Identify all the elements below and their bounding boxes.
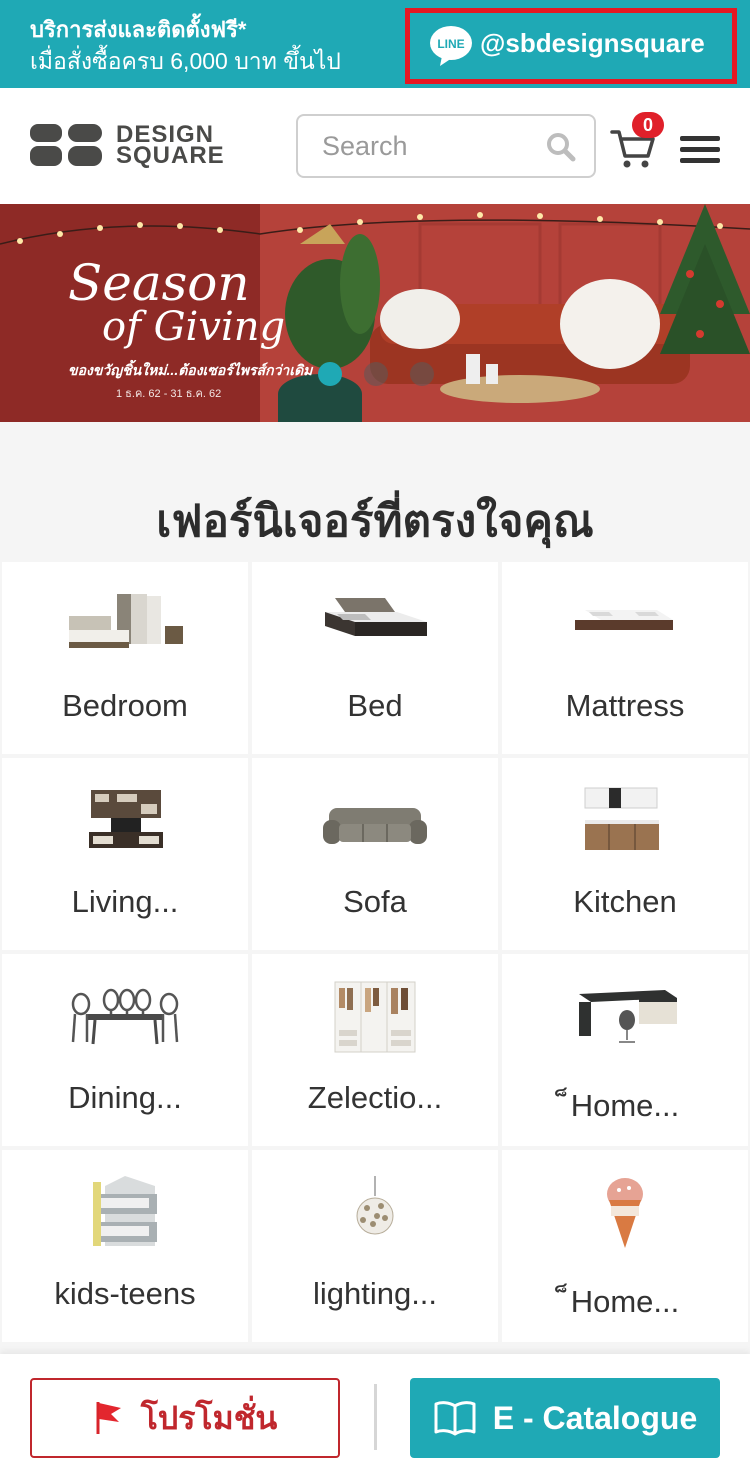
sofa-icon: [323, 808, 427, 844]
line-account-link[interactable]: LINE @sbdesignsquare: [405, 8, 737, 84]
category-label: kids-teens: [54, 1276, 196, 1311]
category-card-sofa[interactable]: Sofa: [252, 758, 498, 950]
category-label: Mattress: [565, 688, 685, 723]
promotion-button[interactable]: โปรโมชั่น: [30, 1378, 340, 1458]
category-label: Kitchen: [573, 884, 677, 919]
category-grid: Bedroom Bed Mattress Living... Sofa Kitc…: [2, 562, 748, 1342]
category-card-bedroom[interactable]: Bedroom: [2, 562, 248, 754]
pendant-light-icon: [356, 1176, 394, 1235]
brand-text: DESIGN SQUARE: [116, 123, 225, 169]
hero-banner[interactable]: Season of Giving ของขวัญชิ้นใหม่...ต้องเ…: [0, 204, 750, 422]
banner-subtitle: ของขวัญชิ้นใหม่...ต้องเซอร์ไพรส์กว่าเดิม: [68, 362, 313, 378]
bedroom-set-icon: [69, 594, 183, 648]
line-logo-icon: LINE: [428, 23, 474, 69]
flag-icon: [96, 1402, 121, 1434]
category-card-mattress[interactable]: Mattress: [502, 562, 748, 754]
category-label: ็Home...: [570, 1088, 680, 1123]
category-label: Bedroom: [62, 688, 188, 723]
hamburger-menu-icon[interactable]: [680, 136, 720, 163]
living-room-shelf-icon: [89, 790, 163, 848]
carousel-dot-1[interactable]: [318, 362, 342, 386]
search-icon[interactable]: [546, 132, 576, 162]
category-label: Zelectio...: [307, 1080, 443, 1115]
brand-line-2: SQUARE: [116, 142, 225, 169]
promo-line-2: เมื่อสั่งซื้อครบ 6,000 บาท ขึ้นไป: [30, 48, 341, 74]
category-label: Bed: [347, 688, 403, 723]
kitchen-cabinet-icon: [584, 787, 659, 850]
banner-title-line-2: of Giving: [102, 304, 286, 350]
carousel-dot-2[interactable]: [364, 362, 388, 386]
brand-logo[interactable]: DESIGN SQUARE: [30, 123, 225, 169]
category-card-lighting[interactable]: lighting...: [252, 1150, 498, 1342]
brand-mark-icon: [30, 124, 102, 166]
search-input[interactable]: [322, 130, 532, 162]
category-card-bed[interactable]: Bed: [252, 562, 498, 754]
page: บริการส่งและติดตั้งฟรี* เมื่อสั่งซื้อครบ…: [0, 0, 750, 1482]
category-label: lighting...: [312, 1276, 438, 1311]
open-book-icon: [434, 1401, 476, 1436]
category-card-home-decor[interactable]: ็Home...: [502, 1150, 748, 1342]
e-catalogue-label: E - Catalogue: [492, 1399, 698, 1436]
category-card-dining[interactable]: Dining...: [2, 954, 248, 1146]
category-card-living[interactable]: Living...: [2, 758, 248, 950]
decor-sign-icon: [607, 1178, 643, 1248]
mattress-icon: [575, 610, 673, 630]
e-catalogue-button[interactable]: E - Catalogue: [410, 1378, 720, 1458]
bottom-action-bar: โปรโมชั่น E - Catalogue: [0, 1354, 750, 1482]
promo-line-1: บริการส่งและติดตั้งฟรี*: [30, 17, 247, 42]
category-label: Sofa: [343, 884, 407, 919]
search-box: [296, 114, 596, 178]
section-title: เฟอร์นิเจอร์ที่ตรงใจคุณ: [156, 497, 594, 546]
office-desk-icon: [579, 990, 677, 1043]
category-card-kitchen[interactable]: Kitchen: [502, 758, 748, 950]
category-card-kids-teens[interactable]: kids-teens: [2, 1150, 248, 1342]
line-handle: @sbdesignsquare: [480, 27, 705, 58]
banner-date-range: 1 ธ.ค. 62 - 31 ธ.ค. 62: [116, 388, 222, 400]
bunk-bed-icon: [93, 1176, 157, 1246]
promotion-label: โปรโมชั่น: [140, 1399, 278, 1436]
wardrobe-icon: [334, 981, 416, 1053]
category-card-zelection[interactable]: Zelectio...: [252, 954, 498, 1146]
dining-set-icon: [71, 988, 179, 1045]
carousel-dot-3[interactable]: [410, 362, 434, 386]
category-label: Dining...: [68, 1080, 182, 1115]
category-label: Living...: [71, 884, 179, 919]
bottom-divider: [374, 1384, 377, 1450]
header: DESIGN SQUARE 0: [0, 88, 750, 204]
line-logo-text: LINE: [437, 37, 464, 51]
bed-icon: [325, 598, 427, 636]
category-label: ็Home...: [570, 1284, 680, 1319]
cart-count-badge: 0: [632, 112, 664, 138]
promo-bar: บริการส่งและติดตั้งฟรี* เมื่อสั่งซื้อครบ…: [0, 0, 750, 88]
carousel-dots: [318, 362, 434, 386]
category-card-home-office[interactable]: ็Home...: [502, 954, 748, 1146]
